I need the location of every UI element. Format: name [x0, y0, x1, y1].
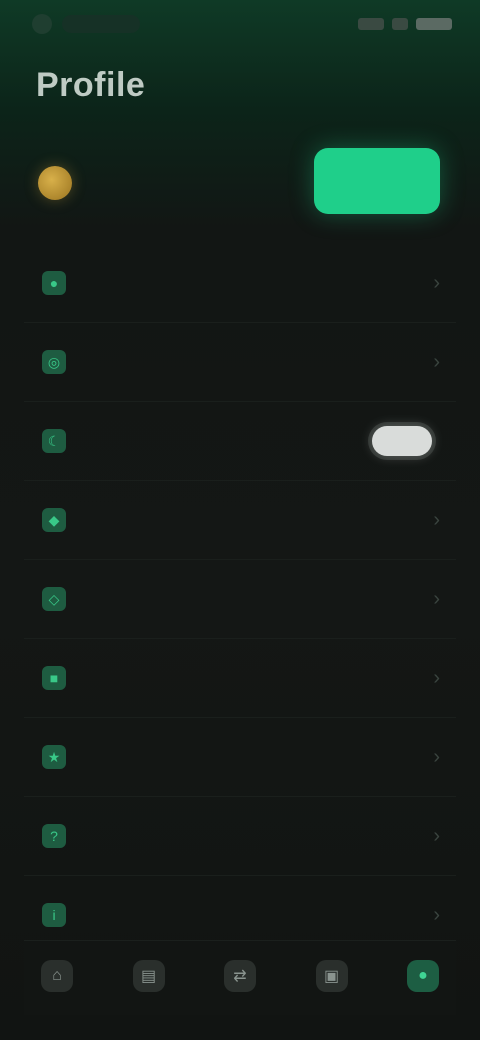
- tab-home[interactable]: ⌂: [24, 946, 90, 1010]
- tab-wallet[interactable]: ▣: [299, 946, 365, 1010]
- settings-row[interactable]: ◆ ›: [24, 481, 456, 560]
- signal-icon: [358, 18, 384, 30]
- globe-icon: ◎: [42, 350, 66, 374]
- home-icon: ⌂: [41, 960, 73, 992]
- settings-row[interactable]: ◎ ›: [24, 323, 456, 402]
- dark-mode-toggle[interactable]: [368, 422, 436, 460]
- tab-swap[interactable]: ⇄: [207, 946, 273, 1010]
- chevron-right-icon: ›: [433, 903, 440, 926]
- swap-icon: ⇄: [224, 960, 256, 992]
- settings-row[interactable]: ☾: [24, 402, 456, 481]
- star-icon: ★: [42, 745, 66, 769]
- settings-list: ● › ◎ › ☾ ◆ › ◇ › ■ › ★ ›? › i ›: [24, 244, 456, 955]
- chevron-right-icon: ›: [433, 824, 440, 847]
- toggle-knob: [372, 426, 432, 456]
- tab-chart[interactable]: ▤: [116, 946, 182, 1010]
- user-icon: ●: [42, 271, 66, 295]
- chevron-right-icon: ›: [433, 350, 440, 373]
- help-icon: ?: [42, 824, 66, 848]
- primary-action-button[interactable]: [314, 148, 440, 214]
- settings-row[interactable]: ■ ›: [24, 639, 456, 718]
- lock-icon: ■: [42, 666, 66, 690]
- page-title: Profile: [36, 66, 146, 104]
- status-bar: [0, 0, 480, 56]
- coin-icon: [38, 166, 72, 200]
- info-icon: i: [42, 903, 66, 927]
- shield-icon: ◇: [42, 587, 66, 611]
- battery-icon: [416, 18, 452, 30]
- bell-icon: ◆: [42, 508, 66, 532]
- status-avatar-icon: [32, 14, 52, 34]
- tab-profile[interactable]: ●: [390, 946, 456, 1010]
- settings-row[interactable]: ? ›: [24, 797, 456, 876]
- status-left: [32, 14, 140, 34]
- chevron-right-icon: ›: [433, 666, 440, 689]
- chart-icon: ▤: [132, 960, 165, 992]
- account-summary: [24, 138, 456, 228]
- settings-row[interactable]: ● ›: [24, 244, 456, 323]
- settings-screen: Profile ● › ◎ › ☾ ◆ › ◇ › ■ › ★ ›? › i › ⌂ ▤ ⇄ ▣ ●: [0, 0, 480, 1040]
- settings-row[interactable]: ★ ›: [24, 718, 456, 797]
- chevron-right-icon: ›: [433, 271, 440, 294]
- wallet-icon: ▣: [315, 960, 348, 992]
- status-time: [62, 15, 140, 33]
- wifi-icon: [392, 18, 408, 30]
- chevron-right-icon: ›: [433, 587, 440, 610]
- moon-icon: ☾: [42, 429, 66, 453]
- status-indicators: [358, 18, 452, 30]
- profile-icon: ●: [407, 960, 439, 992]
- settings-row[interactable]: ◇ ›: [24, 560, 456, 639]
- bottom-tab-bar: ⌂ ▤ ⇄ ▣ ●: [24, 940, 456, 1015]
- chevron-right-icon: ›: [433, 508, 440, 531]
- chevron-right-icon: ›: [433, 745, 440, 768]
